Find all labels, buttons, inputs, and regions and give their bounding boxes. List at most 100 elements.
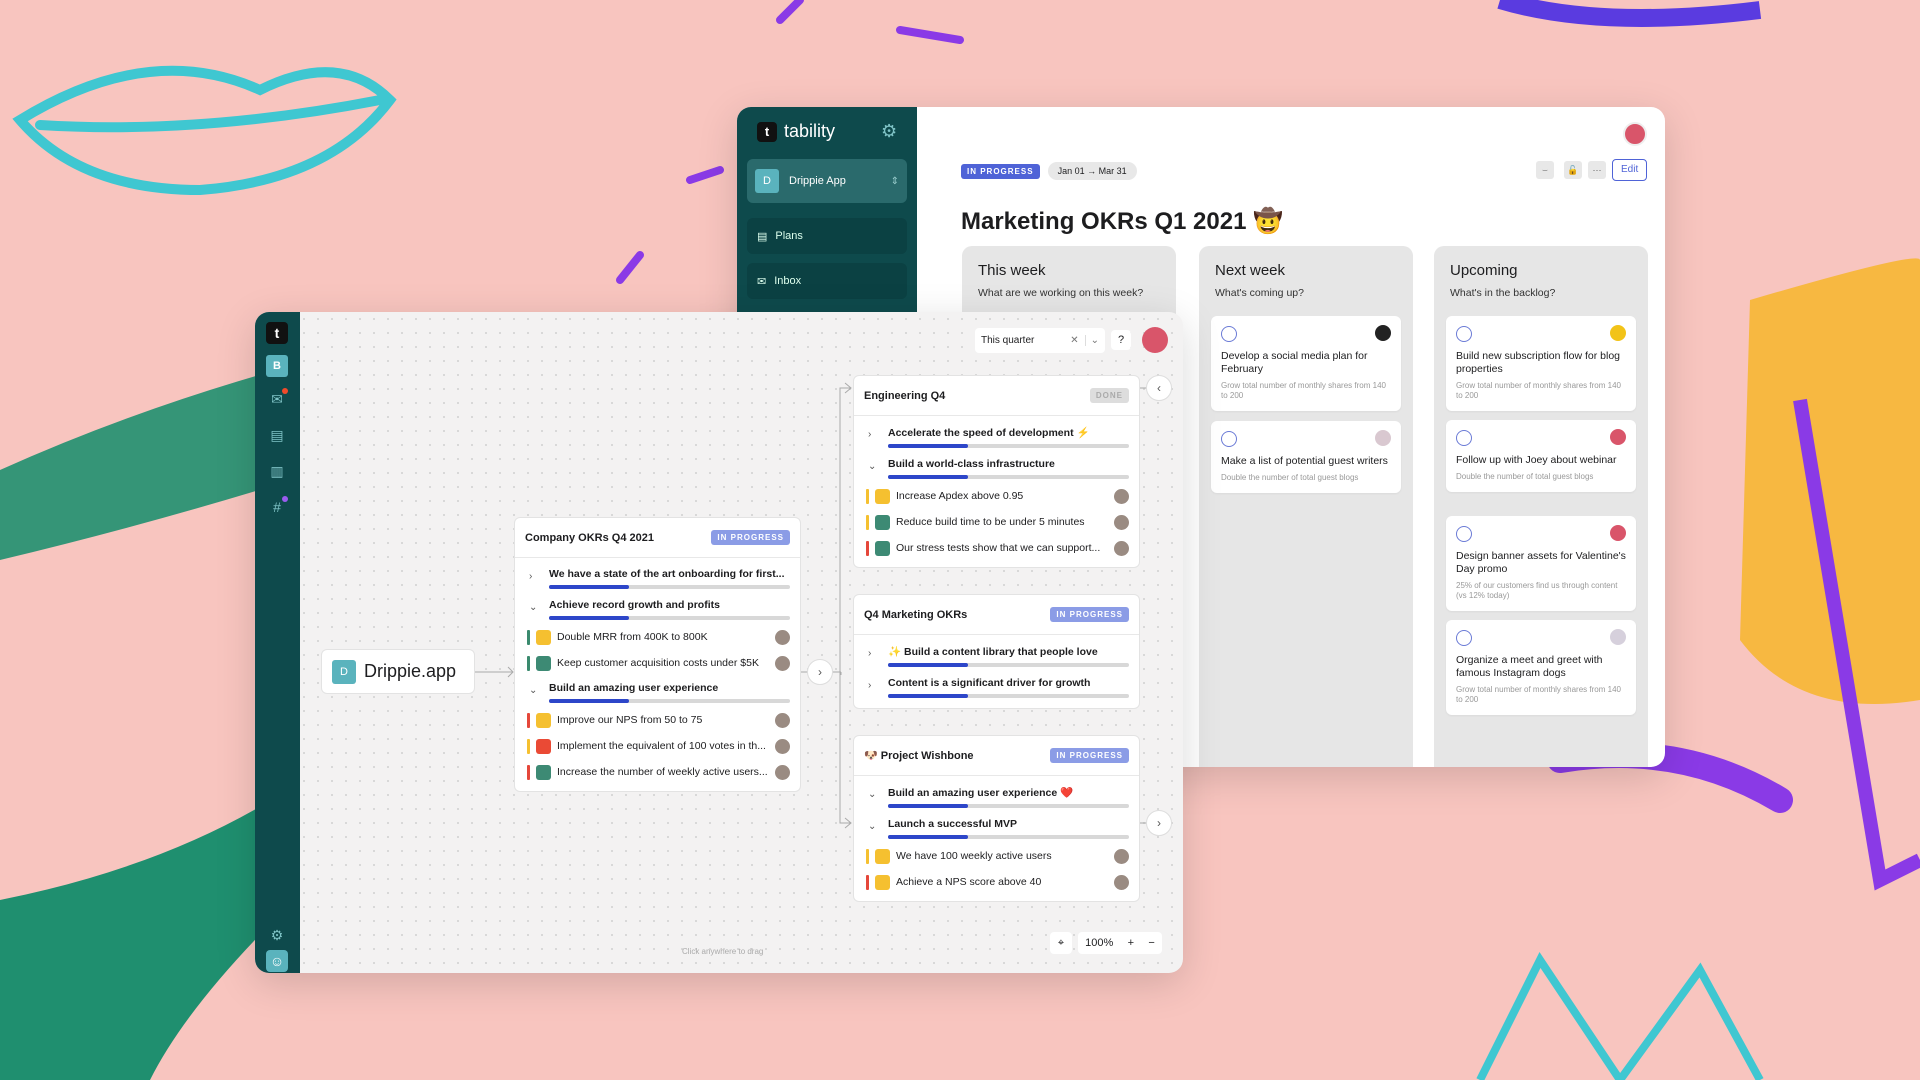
key-result-row[interactable]: Implement the equivalent of 100 votes in… xyxy=(515,733,800,759)
task-key-result: Double the number of total guest blogs xyxy=(1456,472,1594,481)
task-title: Make a list of potential guest writers xyxy=(1221,455,1388,467)
tability-logo[interactable]: t tability xyxy=(757,121,835,142)
confidence-stripe xyxy=(866,514,869,530)
hide-icon[interactable]: ⌣ xyxy=(1536,161,1554,179)
column-title: Upcoming xyxy=(1450,262,1518,279)
plan-card[interactable]: Company OKRs Q4 2021 IN PROGRESS › We have … xyxy=(514,517,801,792)
task-card[interactable]: Organize a meet and greet with famous In… xyxy=(1446,620,1636,715)
key-result-row[interactable]: Increase the number of weekly active use… xyxy=(515,759,800,785)
owner-avatar xyxy=(1114,848,1129,864)
key-result-label: Improve our NPS from 50 to 75 xyxy=(557,714,703,726)
edit-button[interactable]: Edit xyxy=(1612,159,1648,181)
progress-bar xyxy=(888,475,1129,479)
confidence-stripe xyxy=(866,874,869,890)
key-result-row[interactable]: Double MRR from 400K to 800K xyxy=(515,624,800,650)
gear-icon[interactable]: ⚙ xyxy=(881,121,897,142)
task-title: Follow up with Joey about webinar xyxy=(1456,454,1617,466)
key-result-label: Our stress tests show that we can suppor… xyxy=(896,542,1101,554)
task-checkbox[interactable] xyxy=(1456,526,1472,542)
lock-icon[interactable]: 🔓 xyxy=(1564,161,1582,179)
expand-button[interactable]: › xyxy=(807,659,833,685)
assignee-avatar xyxy=(1610,525,1626,541)
user-avatar[interactable] xyxy=(1623,122,1647,146)
key-result-row[interactable]: Increase Apdex above 0.95 xyxy=(854,483,1139,509)
confidence-stripe xyxy=(527,655,530,671)
owner-avatar xyxy=(775,738,790,754)
tability-logo-icon: t xyxy=(757,121,777,142)
key-result-label: Achieve a NPS score above 40 xyxy=(896,876,1042,888)
owner-avatar xyxy=(1114,540,1129,556)
plan-card[interactable]: Engineering Q4 DONE › Accelerate the speed … xyxy=(853,375,1140,568)
zoom-in-icon[interactable]: + xyxy=(1128,937,1134,949)
key-result-row[interactable]: We have 100 weekly active users xyxy=(854,843,1139,869)
chevron-updown-icon: ⇕ xyxy=(890,175,899,187)
chevron-right-icon[interactable]: › xyxy=(868,680,871,691)
okr-map-window: t B ✉ ▤ ▥ # ⚙ ☺ This quarter ✕ ⌄ ? D Dri… xyxy=(255,312,1183,973)
column-subtitle: What's coming up? xyxy=(1215,287,1304,299)
assignee-avatar xyxy=(1610,429,1626,445)
task-card[interactable]: Make a list of potential guest writers Do… xyxy=(1211,421,1401,493)
chevron-down-icon[interactable]: ⌄ xyxy=(529,685,537,696)
plan-card[interactable]: 🐶 Project Wishbone IN PROGRESS ⌄ Build an a… xyxy=(853,735,1140,902)
recenter-icon[interactable]: ⌖ xyxy=(1050,932,1072,954)
date-range[interactable]: Jan 01 → Mar 31 xyxy=(1047,162,1137,180)
chevron-right-icon[interactable]: › xyxy=(868,648,871,659)
sidebar-item-inbox[interactable]: ✉ Inbox xyxy=(747,263,907,299)
plan-title: Company OKRs Q4 2021 xyxy=(525,531,654,544)
key-result-row[interactable]: Keep customer acquisition costs under $5… xyxy=(515,650,800,676)
task-checkbox[interactable] xyxy=(1456,326,1472,342)
key-result-row[interactable]: Reduce build time to be under 5 minutes xyxy=(854,509,1139,535)
task-card[interactable]: Develop a social media plan for February… xyxy=(1211,316,1401,411)
objective-row[interactable]: ⌄ Build an amazing user experience xyxy=(515,676,800,707)
brand-name: tability xyxy=(784,121,836,141)
workspace-switcher[interactable]: D Drippie App ⇕ xyxy=(747,159,907,203)
objective-row[interactable]: › Content is a significant driver for gro… xyxy=(854,671,1139,702)
task-checkbox[interactable] xyxy=(1221,431,1237,447)
chevron-down-icon[interactable]: ⌄ xyxy=(868,789,876,800)
chevron-down-icon[interactable]: ⌄ xyxy=(868,461,876,472)
progress-fill xyxy=(888,663,968,667)
task-card[interactable]: Build new subscription flow for blog pro… xyxy=(1446,316,1636,411)
key-result-row[interactable]: Improve our NPS from 50 to 75 xyxy=(515,707,800,733)
progress-fill xyxy=(888,804,968,808)
collapse-button[interactable]: ‹ xyxy=(1146,375,1172,401)
task-key-result: Grow total number of monthly shares from… xyxy=(1456,685,1621,704)
task-title: Build new subscription flow for blog pro… xyxy=(1456,350,1621,375)
expand-button[interactable]: › xyxy=(1146,810,1172,836)
root-node[interactable]: D Drippie.app xyxy=(321,649,475,694)
key-result-label: Implement the equivalent of 100 votes in… xyxy=(557,740,766,752)
chevron-down-icon[interactable]: ⌄ xyxy=(868,821,876,832)
key-result-row[interactable]: Our stress tests show that we can suppor… xyxy=(854,535,1139,561)
plan-items: ⌄ Build an amazing user experience ❤️ ⌄ Lau… xyxy=(854,776,1139,901)
task-checkbox[interactable] xyxy=(1221,326,1237,342)
chevron-right-icon[interactable]: › xyxy=(529,571,532,582)
chevron-right-icon[interactable]: › xyxy=(868,429,871,440)
zoom-out-icon[interactable]: − xyxy=(1148,937,1154,949)
task-checkbox[interactable] xyxy=(1456,430,1472,446)
objective-row[interactable]: › We have a state of the art onboarding f… xyxy=(515,562,800,593)
sidebar-item-plans[interactable]: ▤ Plans xyxy=(747,218,907,254)
more-icon[interactable]: ⋯ xyxy=(1588,161,1606,179)
objective-row[interactable]: ⌄ Build a world-class infrastructure xyxy=(854,452,1139,483)
task-key-result: Double the number of total guest blogs xyxy=(1221,473,1359,482)
progress-fill xyxy=(549,616,629,620)
assignee-avatar xyxy=(1375,325,1391,341)
objective-row[interactable]: › ✨ Build a content library that people l… xyxy=(854,639,1139,671)
objective-row[interactable]: ⌄ Launch a successful MVP xyxy=(854,812,1139,843)
objective-label: Content is a significant driver for grow… xyxy=(888,677,1091,689)
objective-row[interactable]: ⌄ Build an amazing user experience ❤️ xyxy=(854,780,1139,812)
objective-row[interactable]: ⌄ Achieve record growth and profits xyxy=(515,593,800,624)
confidence-stripe xyxy=(527,712,530,728)
task-checkbox[interactable] xyxy=(1456,630,1472,646)
column-title: Next week xyxy=(1215,262,1286,279)
plan-card[interactable]: Q4 Marketing OKRs IN PROGRESS › ✨ Build a c… xyxy=(853,594,1140,709)
key-result-row[interactable]: Achieve a NPS score above 40 xyxy=(854,869,1139,895)
status-square xyxy=(875,514,890,530)
objective-row[interactable]: › Accelerate the speed of development ⚡ xyxy=(854,420,1139,452)
task-card[interactable]: Design banner assets for Valentine's Day… xyxy=(1446,516,1636,611)
progress-fill xyxy=(888,835,968,839)
progress-fill xyxy=(888,475,968,479)
chevron-down-icon[interactable]: ⌄ xyxy=(529,602,537,613)
task-card[interactable]: Follow up with Joey about webinar Double … xyxy=(1446,420,1636,492)
owner-avatar xyxy=(775,712,790,728)
